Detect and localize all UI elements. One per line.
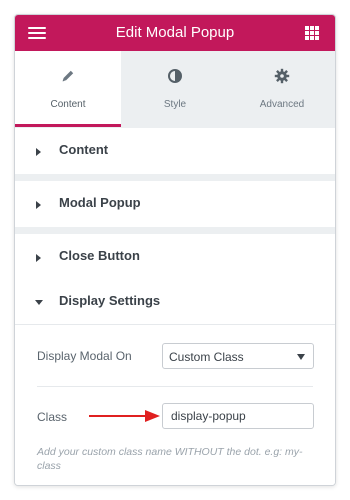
section-title: Content [59, 142, 109, 157]
section-title: Modal Popup [59, 195, 141, 210]
tab-content[interactable]: Content [15, 51, 121, 127]
panel-title: Edit Modal Popup [115, 24, 235, 41]
class-input[interactable] [162, 403, 314, 429]
divider [37, 386, 313, 387]
caret-down-icon [35, 300, 43, 305]
tab-bar: Content Style Advanced [15, 51, 335, 128]
panel-header: Edit Modal Popup [15, 15, 335, 51]
caret-right-icon [36, 201, 41, 209]
section-close-button[interactable]: Close Button [15, 234, 335, 280]
dropdown-arrow-icon [297, 354, 305, 360]
display-modal-on-select[interactable]: Custom Class [162, 343, 314, 369]
section-content[interactable]: Content [15, 128, 335, 174]
half-circle-contrast-icon [168, 69, 182, 83]
editor-panel: Edit Modal Popup Content Style Advanced … [14, 14, 336, 486]
class-hint-text: Add your custom class name WITHOUT the d… [37, 446, 303, 472]
section-title: Display Settings [59, 293, 161, 308]
tab-label: Style [163, 99, 187, 110]
gear-icon [274, 68, 290, 84]
caret-right-icon [36, 148, 41, 156]
tab-label: Content [50, 99, 86, 110]
tab-label: Advanced [259, 99, 305, 110]
display-modal-on-label: Display Modal On [37, 349, 132, 363]
display-settings-panel: Display Modal On Custom Class Class Add … [15, 325, 335, 485]
section-title: Close Button [59, 248, 140, 263]
apps-grid-icon[interactable] [305, 26, 319, 40]
pencil-icon [62, 70, 74, 82]
tab-advanced[interactable]: Advanced [229, 51, 335, 127]
tab-style[interactable]: Style [122, 51, 228, 127]
red-arrow-annotation-icon [89, 410, 160, 422]
select-value: Custom Class [169, 350, 244, 364]
section-modal-popup[interactable]: Modal Popup [15, 181, 335, 227]
caret-right-icon [36, 254, 41, 262]
class-label: Class [37, 410, 68, 424]
section-display-settings[interactable]: Display Settings [15, 279, 335, 325]
